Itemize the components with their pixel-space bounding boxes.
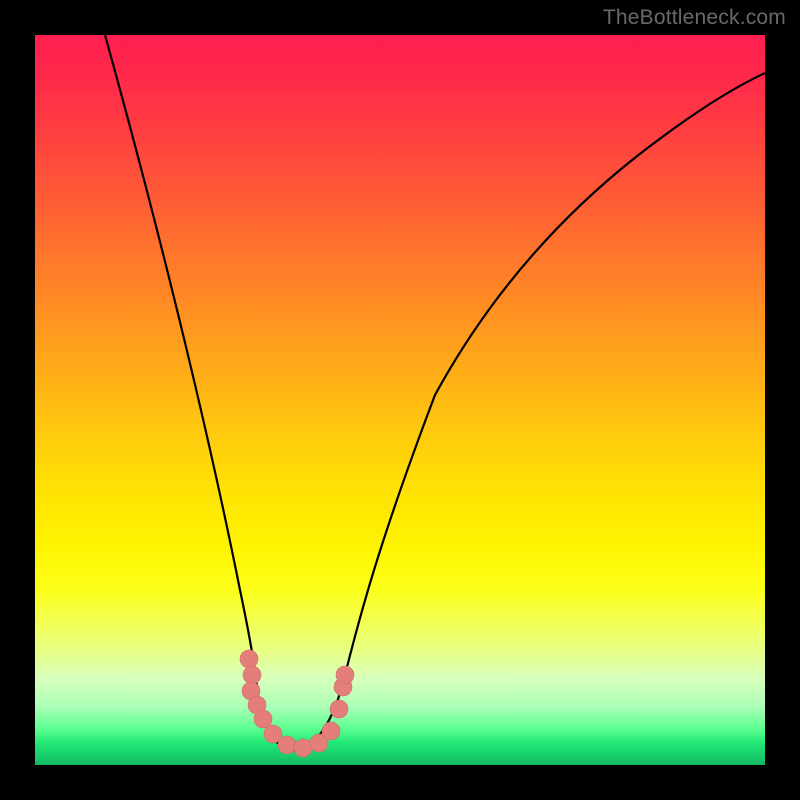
watermark-text: TheBottleneck.com [603,6,786,30]
plot-area [35,35,765,765]
chart-frame: TheBottleneck.com [0,0,800,800]
curves-layer [35,35,765,765]
dot-cluster [240,650,354,757]
right-curve [300,73,765,749]
left-curve [105,35,300,750]
